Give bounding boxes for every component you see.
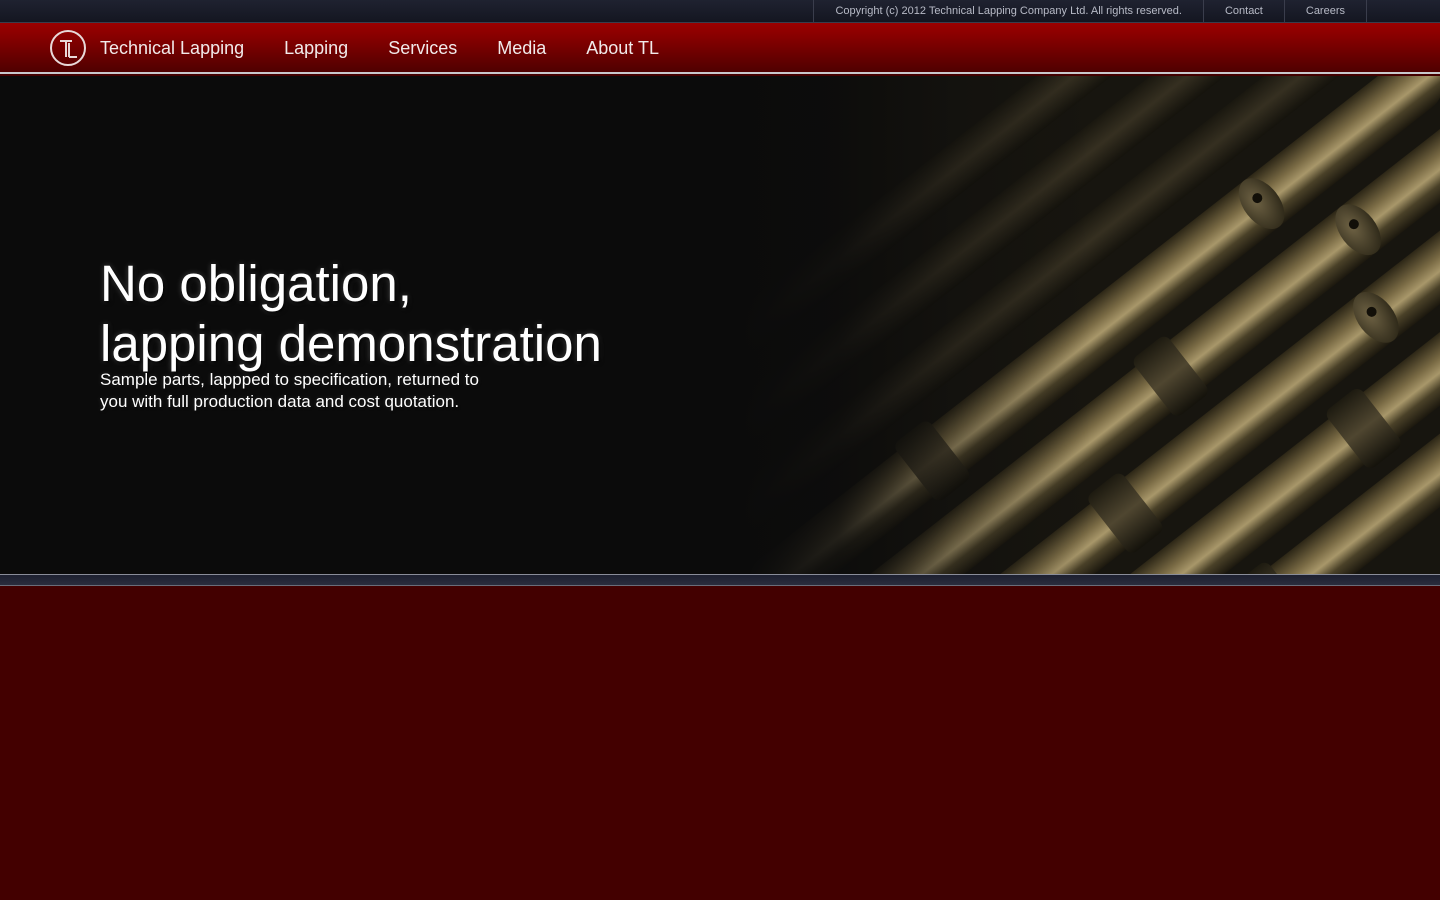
hero-headline: No obligation, lapping demonstration <box>100 254 602 374</box>
hero-subtext: Sample parts, lappped to specification, … <box>100 369 520 413</box>
hero-headline-line-1: No obligation, <box>100 255 412 312</box>
nav-item-about-tl[interactable]: About TL <box>586 38 659 59</box>
hero-lapped-parts-image <box>740 76 1440 574</box>
utility-bar: Copyright (c) 2012 Technical Lapping Com… <box>0 0 1440 23</box>
nav-item-media[interactable]: Media <box>497 38 546 59</box>
tl-logo-icon[interactable] <box>50 30 86 66</box>
contact-link[interactable]: Contact <box>1202 0 1284 22</box>
copyright-notice: Copyright (c) 2012 Technical Lapping Com… <box>813 0 1202 22</box>
hero-subtext-line-2: you with full production data and cost q… <box>100 392 460 411</box>
utility-links: Copyright (c) 2012 Technical Lapping Com… <box>813 0 1367 22</box>
nav-item-services[interactable]: Services <box>388 38 457 59</box>
hero-subtext-line-1: Sample parts, lappped to specification, … <box>100 370 479 389</box>
careers-link[interactable]: Careers <box>1283 0 1367 22</box>
main-nav-bar: Technical Lapping Lapping Services Media… <box>0 23 1440 74</box>
hero-banner[interactable]: No obligation, lapping demonstration Sam… <box>0 76 1440 574</box>
content-area <box>0 586 1440 900</box>
nav-home-technical-lapping[interactable]: Technical Lapping <box>100 38 244 59</box>
section-divider <box>0 574 1440 586</box>
nav-menu: Technical Lapping Lapping Services Media… <box>100 23 699 74</box>
hero-headline-line-2: lapping demonstration <box>100 315 602 372</box>
nav-item-lapping[interactable]: Lapping <box>284 38 348 59</box>
